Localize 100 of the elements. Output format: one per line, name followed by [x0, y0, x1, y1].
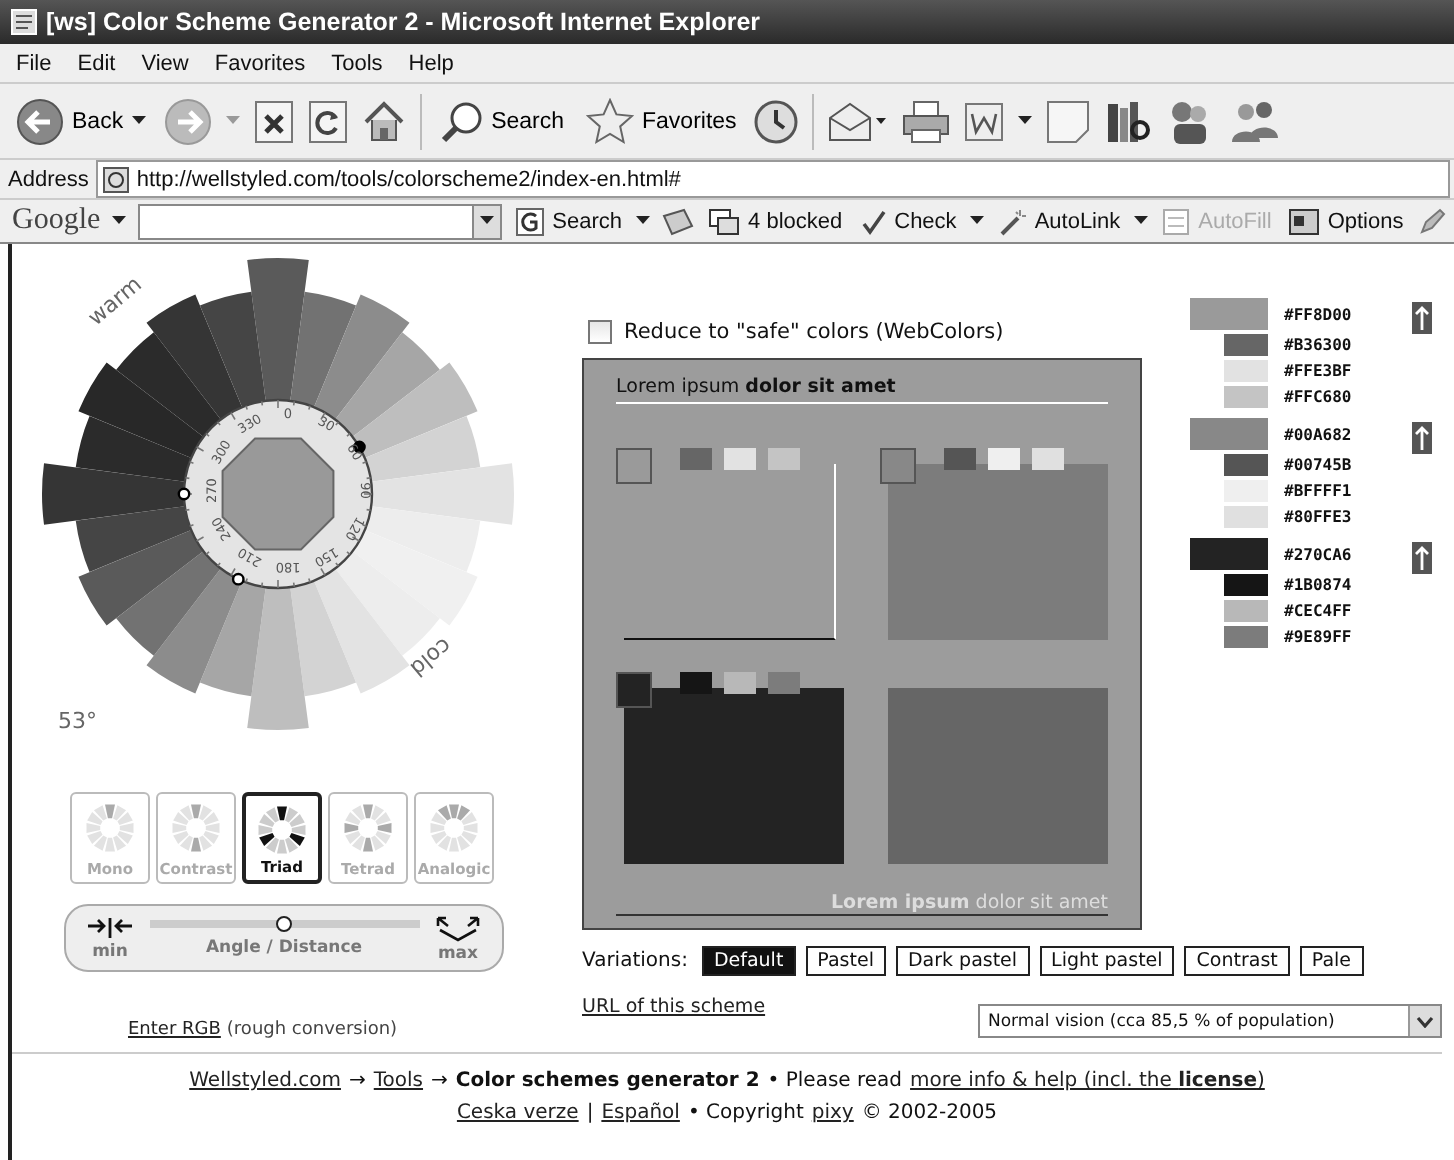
preview-swatch: [988, 448, 1020, 470]
caret-icon[interactable]: [1134, 216, 1149, 226]
mini-wheel-icon: [426, 800, 482, 856]
pencil-icon[interactable]: [1417, 207, 1446, 235]
search-button[interactable]: Search: [435, 99, 569, 143]
books-icon[interactable]: [1104, 97, 1153, 145]
hex-code: #9E89FF: [1284, 628, 1354, 646]
footer-link[interactable]: Ceska verze: [456, 1102, 579, 1124]
preview-footer: Lorem ipsum dolor sit amet: [616, 892, 1108, 916]
google-logo[interactable]: Google: [12, 204, 101, 238]
address-field[interactable]: http://wellstyled.com/tools/colorscheme2/index-en.html#: [96, 160, 1450, 198]
scheme-url-link[interactable]: URL of this scheme: [582, 996, 766, 1018]
magic-wand-icon: [998, 207, 1027, 235]
caret-icon[interactable]: [636, 216, 651, 226]
footer-link[interactable]: Wellstyled.com: [189, 1070, 341, 1092]
mini-wheel-icon: [82, 800, 138, 856]
window-title: [ws] Color Scheme Generator 2 - Microsoft Internet Explorer: [46, 8, 761, 36]
favorites-button[interactable]: Favorites: [582, 97, 741, 145]
menu-item[interactable]: Help: [408, 51, 454, 75]
hex-code: #FFE3BF: [1284, 362, 1354, 380]
spell-check-button[interactable]: Check: [856, 207, 959, 235]
variation-button[interactable]: Light pastel: [1039, 946, 1175, 976]
back-button[interactable]: Back: [12, 97, 150, 145]
hex-code: #B36300: [1284, 336, 1354, 354]
conversion-note: (rough conversion): [226, 1020, 398, 1040]
preview-swatch: [724, 672, 756, 694]
hex-code: #FF8D00: [1284, 305, 1354, 323]
preview-heading: Lorem ipsum dolor sit amet: [616, 376, 1108, 404]
footer-text: • Please read: [767, 1070, 903, 1092]
history-icon[interactable]: [754, 99, 799, 143]
mini-wheel-icon: [168, 800, 224, 856]
footer-text: →: [431, 1070, 448, 1092]
word-document-icon[interactable]: [964, 101, 1005, 141]
variation-button[interactable]: Pale: [1299, 946, 1363, 976]
menu-item[interactable]: Favorites: [214, 51, 306, 75]
footer-link[interactable]: Tools: [373, 1070, 424, 1092]
caret-icon[interactable]: [112, 216, 127, 226]
star-icon: [586, 97, 635, 145]
options-button[interactable]: Options: [1285, 207, 1406, 235]
preview-swatch: [680, 672, 712, 694]
address-label: Address: [8, 167, 89, 191]
printer-icon[interactable]: [902, 99, 951, 143]
arrows-outward-icon: [434, 913, 482, 941]
caret-icon[interactable]: [970, 216, 985, 226]
stop-icon[interactable]: [253, 99, 294, 143]
enter-rgb-link[interactable]: Enter RGB: [128, 1020, 221, 1040]
mail-icon[interactable]: [828, 99, 889, 143]
footer-text: →: [348, 1070, 366, 1092]
slider-label: Angle / Distance: [205, 937, 363, 957]
caret-icon: [480, 216, 495, 226]
variation-button[interactable]: Pastel: [805, 946, 886, 976]
footer-link[interactable]: pixy: [811, 1102, 854, 1124]
preview-swatch: [616, 448, 652, 484]
up-arrow-icon[interactable]: [1412, 542, 1432, 574]
variation-button[interactable]: Dark pastel: [895, 946, 1030, 976]
popup-blocker-button[interactable]: 4 blocked: [706, 207, 845, 235]
menu-item[interactable]: Edit: [77, 51, 116, 75]
home-icon[interactable]: [361, 99, 406, 143]
hue-angle-text: 53°: [58, 708, 97, 734]
up-arrow-icon[interactable]: [1412, 422, 1432, 454]
variation-button[interactable]: Contrast: [1184, 946, 1290, 976]
form-icon: [1162, 207, 1191, 235]
safe-colors-label: Reduce to "safe" colors (WebColors): [624, 320, 1004, 344]
preview-swatch: [1032, 448, 1064, 470]
slider-thumb[interactable]: [276, 915, 292, 931]
hex-code: #BFFFF1: [1284, 482, 1354, 500]
mini-wheel-icon: [340, 800, 396, 856]
preview-swatch: [616, 672, 652, 708]
hex-code: #00A682: [1284, 425, 1354, 443]
preview-swatch: [680, 448, 712, 470]
slider-track[interactable]: [149, 919, 419, 927]
people-icon[interactable]: [1228, 97, 1281, 145]
vision-select[interactable]: Normal vision (cca 85,5 % of population): [978, 1004, 1442, 1038]
footer-text: © 2002-2005: [861, 1102, 998, 1124]
google-search-button[interactable]: Search: [514, 207, 625, 235]
g-icon: [516, 207, 545, 235]
hex-code: #CEC4FF: [1284, 602, 1354, 620]
note-icon[interactable]: [1046, 99, 1091, 143]
footer-link[interactable]: more info & help (incl. the license): [910, 1070, 1265, 1092]
search-icon: [439, 99, 484, 143]
min-label: min: [92, 941, 128, 961]
footer-title: Color schemes generator 2: [455, 1070, 760, 1092]
options-icon: [1287, 207, 1320, 235]
autolink-button[interactable]: AutoLink: [996, 207, 1123, 235]
up-arrow-icon[interactable]: [1412, 302, 1432, 334]
refresh-icon[interactable]: [307, 99, 348, 143]
safe-colors-checkbox[interactable]: [588, 320, 612, 344]
hex-code: #FFC680: [1284, 388, 1354, 406]
hex-code: #80FFE3: [1284, 508, 1354, 526]
google-search-field[interactable]: [138, 203, 503, 239]
caret-icon[interactable]: [1018, 116, 1033, 126]
footer-link[interactable]: Español: [601, 1102, 680, 1124]
variations-label: Variations:: [582, 950, 688, 972]
preview-swatch: [768, 448, 800, 470]
windows-icon: [708, 207, 741, 235]
menu-item[interactable]: Tools: [331, 51, 383, 75]
variation-button[interactable]: Default: [701, 946, 796, 976]
menu-item[interactable]: File: [16, 51, 52, 75]
mini-wheel-icon: [254, 802, 310, 858]
menu-item[interactable]: View: [141, 51, 189, 75]
